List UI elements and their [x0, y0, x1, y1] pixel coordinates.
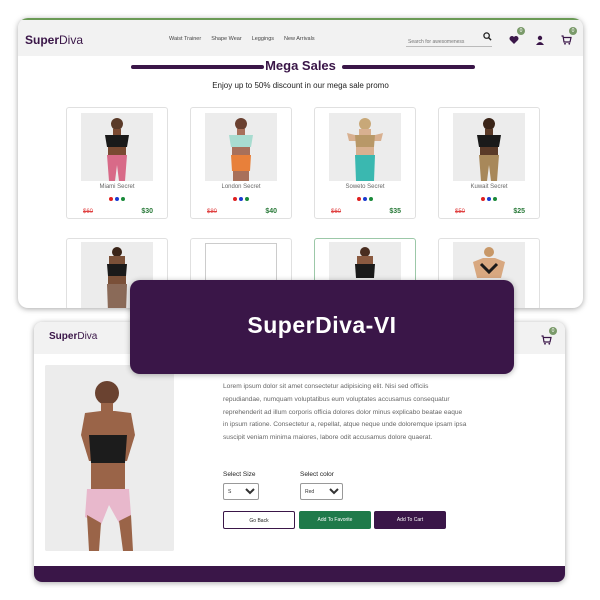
swatch-red[interactable]	[233, 197, 237, 201]
swatch-blue[interactable]	[487, 197, 491, 201]
new-price: $25	[513, 208, 525, 215]
color-select[interactable]: Red	[300, 483, 343, 500]
swatch-blue[interactable]	[239, 197, 243, 201]
nav-shape-wear[interactable]: Shape Wear	[211, 36, 241, 42]
product-card[interactable]: Miami Secret $60 $30	[66, 107, 168, 219]
logo[interactable]: SuperDiva	[49, 331, 97, 342]
swatch-green[interactable]	[245, 197, 249, 201]
swatch-green[interactable]	[121, 197, 125, 201]
cart-icon	[561, 35, 572, 45]
product-image[interactable]	[329, 113, 401, 181]
product-image	[45, 365, 174, 551]
product-name[interactable]: Soweto Secret	[315, 184, 415, 190]
user-icon	[536, 35, 544, 45]
swatch-blue[interactable]	[115, 197, 119, 201]
sales-title: Mega Sales	[265, 58, 336, 73]
color-swatches	[191, 197, 291, 201]
nav-waist-trainer[interactable]: Waist Trainer	[169, 36, 201, 42]
product-image[interactable]	[453, 113, 525, 181]
color-swatches	[315, 197, 415, 201]
account-button[interactable]	[535, 32, 545, 45]
product-name[interactable]: Kuwait Secret	[439, 184, 539, 190]
wishlist-button[interactable]: 0	[509, 27, 525, 44]
color-swatches	[439, 197, 539, 201]
logo-brand: Super	[49, 331, 78, 342]
search-box	[406, 30, 492, 48]
swatch-green[interactable]	[493, 197, 497, 201]
product-image[interactable]	[205, 113, 277, 181]
swatch-red[interactable]	[109, 197, 113, 201]
old-price: $50	[455, 209, 466, 215]
sales-heading: Mega Sales	[18, 58, 583, 78]
banner-title: SuperDiva-VI	[247, 312, 397, 338]
color-label: Select color	[300, 471, 334, 478]
logo[interactable]: SuperDiva	[25, 33, 83, 47]
header-bar: SuperDiva Waist Trainer Shape Wear Leggi…	[18, 18, 583, 56]
heart-icon	[509, 36, 519, 44]
cart-button[interactable]: 0	[541, 327, 557, 345]
nav-leggings[interactable]: Leggings	[252, 36, 274, 42]
color-swatches	[67, 197, 167, 201]
product-card[interactable]: Kuwait Secret $50 $25	[438, 107, 540, 219]
title-banner: SuperDiva-VI	[130, 280, 514, 374]
header-icons: 0 0	[509, 27, 577, 45]
cart-badge: 0	[549, 327, 557, 335]
swatch-green[interactable]	[369, 197, 373, 201]
logo-brand: Super	[25, 33, 60, 47]
size-select[interactable]: S	[223, 483, 259, 500]
go-back-button[interactable]: Go Back	[223, 511, 295, 529]
sales-line-right	[342, 65, 475, 69]
old-price: $60	[331, 209, 342, 215]
add-to-favorite-button[interactable]: Add To Favorite	[299, 511, 371, 529]
new-price: $35	[389, 208, 401, 215]
cart-button[interactable]: 0	[561, 27, 577, 45]
product-card[interactable]: London Secret $80 $40	[190, 107, 292, 219]
product-name[interactable]: Miami Secret	[67, 184, 167, 190]
sales-subtitle: Enjoy up to 50% discount in our mega sal…	[212, 81, 389, 90]
add-to-cart-button[interactable]: Add To Cart	[374, 511, 446, 529]
size-label: Select Size	[223, 471, 256, 478]
cart-badge: 0	[569, 27, 577, 35]
cart-icon	[541, 335, 552, 345]
nav-new-arrivals[interactable]: New Arrivals	[284, 36, 315, 42]
product-name[interactable]: London Secret	[191, 184, 291, 190]
swatch-blue[interactable]	[363, 197, 367, 201]
logo-accent: Diva	[59, 33, 84, 47]
product-description: Lorem ipsum dolor sit amet consectetur a…	[223, 383, 467, 442]
swatch-red[interactable]	[481, 197, 485, 201]
new-price: $40	[265, 208, 277, 215]
logo-accent: Diva	[77, 331, 98, 342]
new-price: $30	[141, 208, 153, 215]
product-image[interactable]	[81, 113, 153, 181]
search-icon[interactable]	[483, 32, 492, 41]
old-price: $60	[83, 209, 94, 215]
search-input[interactable]	[406, 36, 484, 48]
wishlist-badge: 0	[517, 27, 525, 35]
swatch-red[interactable]	[357, 197, 361, 201]
footer-bar	[34, 566, 565, 582]
shop-window: SuperDiva Waist Trainer Shape Wear Leggi…	[18, 18, 583, 308]
product-card[interactable]: Soweto Secret $60 $35	[314, 107, 416, 219]
main-nav: Waist Trainer Shape Wear Leggings New Ar…	[169, 36, 315, 42]
old-price: $80	[207, 209, 218, 215]
